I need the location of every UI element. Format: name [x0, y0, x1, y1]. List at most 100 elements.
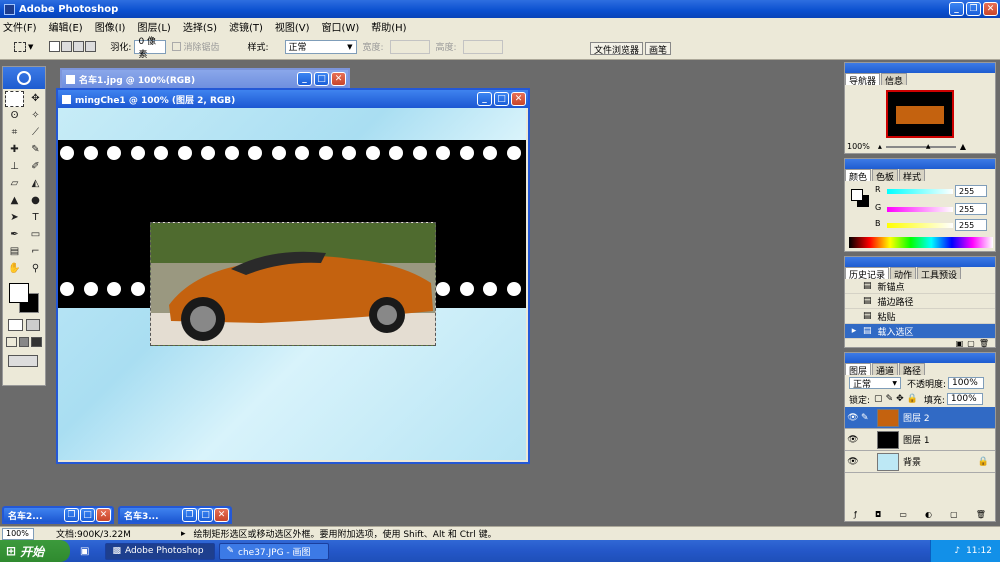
restore-icon[interactable]: ❐ — [64, 508, 79, 522]
history-item[interactable]: ▤ 描边路径 — [845, 294, 995, 309]
maximize-icon[interactable]: □ — [80, 508, 95, 522]
move-tool-icon[interactable]: ✥ — [26, 91, 45, 107]
tab-styles[interactable]: 样式 — [899, 169, 926, 183]
tab-channels[interactable]: 通道 — [872, 363, 899, 377]
volume-icon[interactable]: ♪ — [954, 546, 960, 556]
close-button[interactable]: ✕ — [983, 2, 998, 16]
healing-brush-icon[interactable]: ✚ — [5, 142, 24, 158]
eyedropper-icon[interactable]: ⌐ — [26, 244, 45, 260]
start-button[interactable]: ⊞ 开始 — [0, 540, 70, 562]
doc-maximize-button[interactable]: □ — [494, 92, 509, 106]
blur-tool-icon[interactable]: ▲ — [5, 193, 24, 209]
feather-input[interactable]: 0 像素 — [134, 37, 167, 60]
clock[interactable]: 11:12 — [966, 546, 992, 556]
brush-tool-icon[interactable]: ✎ — [26, 142, 45, 158]
minimized-doc-1[interactable]: 名车2... ❐ □ ✕ — [2, 506, 114, 524]
standard-mode-icon[interactable] — [8, 319, 23, 331]
menu-layer[interactable]: 图层(L) — [137, 19, 170, 34]
g-input[interactable]: 255 — [955, 203, 987, 215]
blend-mode-select[interactable]: 正常 ▼ — [849, 377, 901, 390]
document-canvas[interactable] — [58, 108, 526, 460]
tab-tool-presets[interactable]: 工具预设 — [917, 267, 962, 281]
layer-set-icon[interactable]: ▭ — [899, 510, 907, 519]
layer-row[interactable]: 👁 背景 🔒 — [845, 451, 995, 473]
new-layer-icon[interactable]: ▢ — [950, 510, 958, 519]
layer-row[interactable]: 👁 图层 1 — [845, 429, 995, 451]
lock-transparency-icon[interactable]: ▢ — [874, 394, 883, 404]
close-icon[interactable]: ✕ — [214, 508, 229, 522]
doc-close-button[interactable]: ✕ — [511, 92, 526, 106]
new-selection-icon[interactable] — [49, 41, 61, 52]
zoom-tool-icon[interactable]: ⚲ — [26, 261, 45, 277]
lock-move-icon[interactable]: ✥ — [896, 394, 904, 404]
antialias-checkbox[interactable] — [172, 42, 182, 51]
history-item-selected[interactable]: ▸ ▤ 载入选区 — [845, 324, 995, 339]
lock-paint-icon[interactable]: ✎ — [886, 394, 894, 404]
crop-tool-icon[interactable]: ⌗ — [5, 125, 24, 141]
menu-image[interactable]: 图像(I) — [95, 19, 126, 34]
zoom-in-icon[interactable]: ▲ — [960, 142, 966, 151]
adjustment-layer-icon[interactable]: ◐ — [925, 510, 932, 519]
hand-tool-icon[interactable]: ✋ — [5, 261, 24, 277]
jump-to-imageready-icon[interactable] — [8, 355, 38, 367]
navigator-panel-header[interactable] — [845, 63, 995, 73]
doc-back-close-button[interactable]: ✕ — [331, 72, 346, 86]
eye-icon[interactable]: 👁 — [845, 457, 861, 467]
tab-color[interactable]: 颜色 — [845, 169, 872, 183]
screen-mode-full-menu-icon[interactable] — [18, 337, 30, 347]
navigator-preview[interactable] — [886, 90, 954, 138]
restore-icon[interactable]: ❐ — [182, 508, 197, 522]
navigator-zoom-value[interactable]: 100% — [847, 142, 870, 151]
file-browser-tab[interactable]: 文件浏览器 — [590, 42, 644, 56]
b-input[interactable]: 255 — [955, 219, 987, 231]
task-photoshop[interactable]: ▩ Adobe Photoshop — [105, 542, 216, 560]
brush-link-icon[interactable]: ✎ — [861, 413, 873, 423]
menu-edit[interactable]: 编辑(E) — [49, 19, 83, 34]
tab-history[interactable]: 历史记录 — [845, 267, 890, 281]
paint-bucket-icon[interactable]: ◭ — [26, 176, 45, 192]
show-desktop-icon[interactable]: ▣ — [80, 546, 89, 557]
delete-layer-icon[interactable]: 🗑 — [976, 510, 986, 519]
history-panel-header[interactable] — [845, 257, 995, 267]
marquee-tool-preset-icon[interactable]: ▼ — [14, 41, 33, 52]
history-item[interactable]: ▤ 粘贴 — [845, 309, 995, 324]
new-snapshot-icon[interactable]: ▣ — [956, 339, 964, 349]
notes-tool-icon[interactable]: ▤ — [5, 244, 24, 260]
menu-help[interactable]: 帮助(H) — [371, 19, 406, 34]
minimized-doc-2[interactable]: 名车3... ❐ □ ✕ — [118, 506, 232, 524]
color-foreground-swatch[interactable] — [851, 189, 863, 201]
tab-info[interactable]: 信息 — [881, 73, 908, 87]
maximize-icon[interactable]: □ — [198, 508, 213, 522]
marquee-tool-icon[interactable] — [5, 91, 24, 107]
history-brush-icon[interactable]: ✐ — [26, 159, 45, 175]
toolbox-header[interactable] — [3, 67, 45, 89]
fill-input[interactable]: 100% — [946, 393, 983, 405]
lock-all-icon[interactable]: 🔒 — [907, 394, 918, 404]
style-select[interactable]: 正常 ▼ — [284, 39, 357, 54]
tab-paths[interactable]: 路径 — [899, 363, 926, 377]
eraser-tool-icon[interactable]: ▱ — [5, 176, 24, 192]
restore-button[interactable]: ❐ — [966, 2, 981, 16]
doc-minimize-button[interactable]: _ — [477, 92, 492, 106]
eye-icon[interactable]: 👁 — [845, 413, 861, 423]
color-panel-header[interactable] — [845, 159, 995, 169]
lasso-tool-icon[interactable]: ʘ — [5, 108, 24, 124]
screen-mode-full-icon[interactable] — [31, 337, 43, 347]
opacity-input[interactable]: 100% — [948, 377, 985, 389]
slice-tool-icon[interactable]: ⟋ — [26, 125, 45, 141]
color-swatches[interactable] — [3, 281, 45, 317]
r-input[interactable]: 255 — [955, 185, 987, 197]
menu-select[interactable]: 选择(S) — [183, 19, 217, 34]
r-slider[interactable] — [887, 189, 953, 194]
type-tool-icon[interactable]: T — [26, 210, 45, 226]
screen-mode-standard-icon[interactable] — [6, 337, 17, 347]
menu-view[interactable]: 视图(V) — [275, 19, 310, 34]
tab-actions[interactable]: 动作 — [890, 267, 917, 281]
doc-back-minimize-button[interactable]: _ — [297, 72, 312, 86]
tab-layers[interactable]: 图层 — [845, 363, 872, 377]
b-slider[interactable] — [887, 223, 953, 228]
layers-panel-header[interactable] — [845, 353, 995, 363]
dodge-tool-icon[interactable]: ● — [26, 193, 45, 209]
task-paint[interactable]: ✎ che37.JPG - 画图 — [219, 542, 330, 560]
menu-window[interactable]: 窗口(W) — [322, 19, 360, 34]
